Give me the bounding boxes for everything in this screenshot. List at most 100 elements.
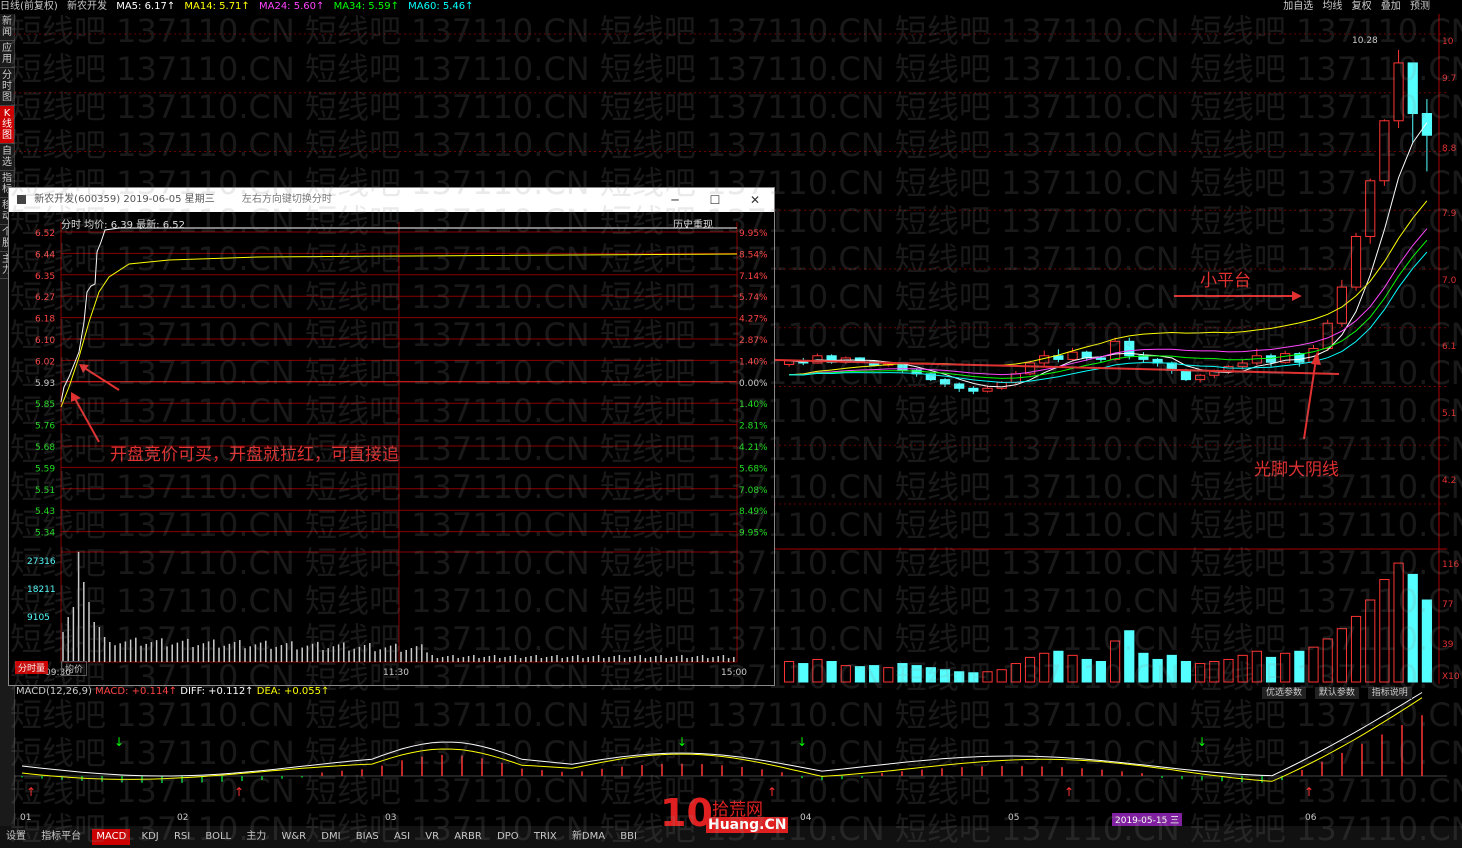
predict-button[interactable]: 预测	[1410, 1, 1430, 12]
intraday-pct-label: 8.54%	[739, 250, 768, 260]
macd-value: MACD: +0.114↑	[95, 686, 178, 697]
candle-yang	[1379, 120, 1390, 182]
volume-bar	[854, 666, 866, 683]
close-icon[interactable]: ✕	[737, 188, 773, 212]
volume-bar	[1265, 656, 1277, 683]
intraday-price-label: 5.68	[35, 443, 55, 453]
fuquan-button[interactable]: 复权	[1352, 1, 1372, 12]
diff-line	[21, 692, 1423, 777]
candle-yang	[1109, 340, 1121, 360]
trix-tab[interactable]: TRIX	[530, 829, 561, 845]
ma34-value: MA34: 5.59↑	[333, 1, 399, 12]
macd-title[interactable]: MACD(12,26,9)	[16, 686, 92, 697]
minimize-icon[interactable]: ─	[657, 188, 693, 212]
volume-bar	[1209, 661, 1220, 683]
intraday-vol-label: 27316	[27, 557, 56, 567]
month-label: 01	[20, 813, 32, 823]
vol-axis-label: 116	[1442, 560, 1460, 570]
volume-bar	[982, 671, 993, 683]
dpo-tab[interactable]: DPO	[493, 829, 523, 845]
axis-label: 4.2	[1442, 476, 1457, 486]
volume-bar	[1095, 661, 1107, 683]
volume-bar	[1365, 599, 1376, 683]
annotation-big-yin-line: 光脚大阴线	[1254, 460, 1339, 480]
macd-tab[interactable]: MACD	[92, 829, 131, 845]
logo-number: 10	[660, 791, 713, 835]
volume-bar	[1223, 658, 1234, 683]
axis-high-label: 10.28	[1352, 36, 1378, 46]
intraday-price-label: 5.76	[35, 422, 55, 432]
volume-bar	[1294, 650, 1305, 683]
ma-button[interactable]: 均线	[1322, 1, 1342, 12]
volume-bar	[1152, 658, 1163, 683]
arrow-head	[1292, 291, 1302, 301]
volume-bar	[812, 658, 823, 683]
boll-tab[interactable]: BOLL	[201, 829, 235, 845]
macd-header: MACD(12,26,9) MACD: +0.114↑ DIFF: +0.112…	[16, 686, 329, 697]
intraday-price-label: 6.10	[35, 336, 55, 346]
ma60-value: MA60: 5.46↑	[408, 1, 474, 12]
wr-tab[interactable]: W&R	[277, 829, 310, 845]
overlay-button[interactable]: 叠加	[1381, 1, 1401, 12]
diff-value: DIFF: +0.112↑	[180, 686, 254, 697]
nav-news[interactable]: 新闻	[0, 14, 14, 41]
volume-bar	[1393, 562, 1404, 683]
date-badge: 2019-05-15 三	[1112, 813, 1183, 826]
top-info-bar: 日线(前复权) 新农开发 MA5: 6.17↑ MA14: 5.71↑ MA24…	[0, 0, 1462, 14]
volume-bar	[1379, 579, 1390, 683]
history-replay-button[interactable]: 历史重现	[673, 216, 713, 231]
intraday-pct-label: 4.27%	[739, 315, 768, 325]
volume-bar	[939, 669, 951, 683]
dmi-tab[interactable]: DMI	[317, 829, 344, 845]
intraday-price-label: 5.43	[35, 507, 55, 517]
intraday-price-label: 5.85	[35, 400, 55, 410]
intraday-vol-label: 9105	[27, 613, 50, 623]
popup-titlebar[interactable]: 新农开发(600359) 2019-06-05 星期三 左右方向键切换分时 ─ …	[9, 188, 774, 212]
asi-tab[interactable]: ASI	[390, 829, 414, 845]
intraday-price-label: 6.35	[35, 272, 55, 282]
bias-tab[interactable]: BIAS	[352, 829, 383, 845]
rsi-tab[interactable]: RSI	[170, 829, 194, 845]
candle-yin	[1180, 369, 1192, 381]
intraday-price-label: 6.44	[35, 250, 55, 260]
vr-tab[interactable]: VR	[421, 829, 443, 845]
arbr-tab[interactable]: ARBR	[450, 829, 486, 845]
maximize-icon[interactable]: ☐	[697, 188, 733, 212]
intraday-pct-label: 2.81%	[739, 422, 768, 432]
ma14-value: MA14: 5.71↑	[184, 1, 250, 12]
nav-timeshare[interactable]: 分时图	[0, 68, 14, 106]
chart-period-title[interactable]: 日线(前复权)	[0, 1, 58, 12]
volume-bar	[1138, 652, 1149, 683]
volume-bar	[1251, 650, 1262, 683]
nav-apps[interactable]: 应用	[0, 41, 14, 68]
indicator-platform-tab[interactable]: 指标平台	[37, 829, 85, 845]
month-label: 05	[1008, 813, 1020, 823]
main-force-tab[interactable]: 主力	[242, 829, 270, 845]
volume-bar	[1109, 640, 1121, 683]
intraday-price-label: 6.52	[35, 229, 55, 239]
nav-watchlist[interactable]: 自选	[0, 144, 14, 171]
kdj-tab[interactable]: KDJ	[138, 829, 163, 845]
intraday-tab-avg[interactable]: 均价	[61, 661, 88, 676]
new-dma-tab[interactable]: 新DMA	[568, 829, 609, 845]
volume-bar	[1280, 652, 1291, 683]
candle-yin	[1095, 357, 1107, 360]
volume-bar	[954, 671, 965, 683]
popup-title: 新农开发(600359) 2019-06-05 星期三	[34, 194, 215, 205]
candle-yin	[1407, 62, 1418, 115]
popup-hint: 左右方向键切换分时	[241, 194, 332, 205]
intraday-popup-window[interactable]: 新农开发(600359) 2019-06-05 星期三 左右方向键切换分时 ─ …	[8, 187, 775, 686]
intraday-tab-volume[interactable]: 分时量	[15, 661, 49, 674]
default-params-button[interactable]: 默认参数	[1314, 687, 1359, 699]
optimal-params-button[interactable]: 优选参数	[1262, 687, 1307, 699]
nav-kline[interactable]: K线图	[0, 106, 14, 144]
add-favorite-button[interactable]: 加自选	[1283, 1, 1313, 12]
intraday-price-label: 6.27	[35, 293, 55, 303]
intraday-pct-label: 9.95%	[739, 529, 768, 539]
settings-tab[interactable]: 设置	[2, 829, 30, 845]
volume-bar	[911, 665, 922, 683]
volume-bar	[783, 661, 795, 683]
candle-yin	[968, 387, 979, 392]
indicator-help-button[interactable]: 指标说明	[1367, 687, 1412, 699]
bbi-tab[interactable]: BBI	[616, 829, 641, 845]
